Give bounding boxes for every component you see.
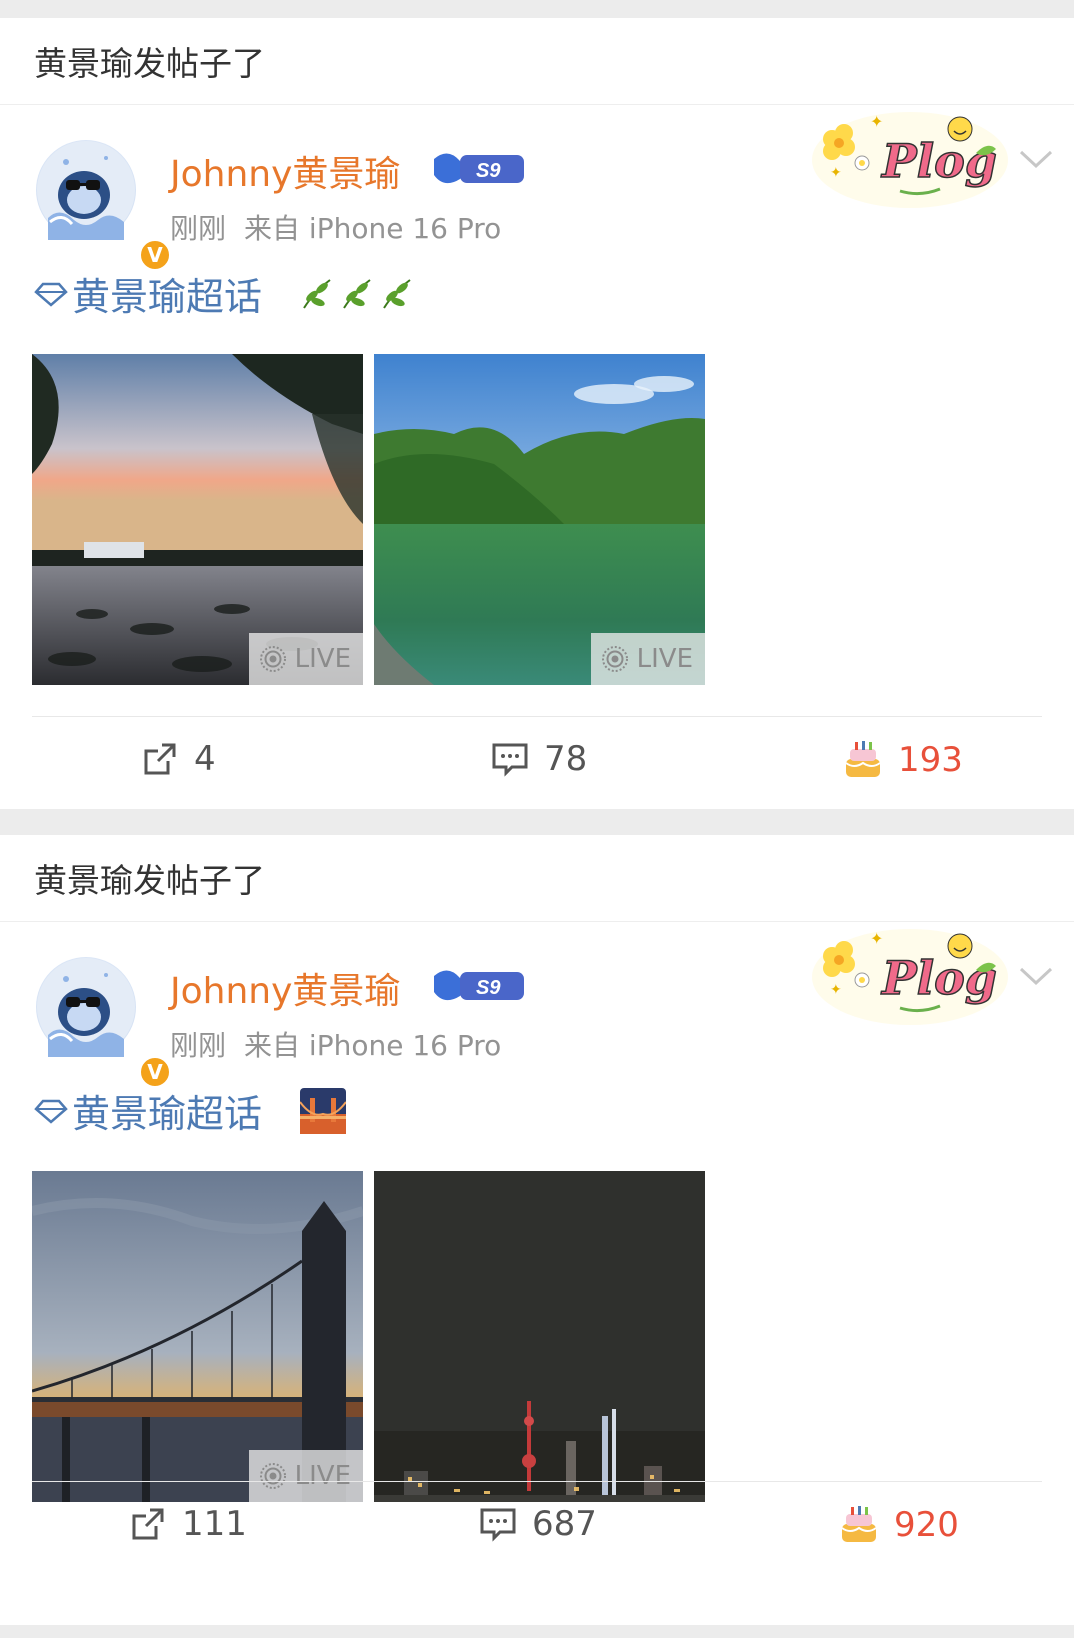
- topic-row: 黄景瑜超话: [34, 266, 420, 321]
- super-topic-link[interactable]: 黄景瑜超话: [72, 266, 262, 321]
- chevron-down-icon[interactable]: [1018, 964, 1054, 988]
- photo-thumbnail[interactable]: [374, 1171, 705, 1502]
- chevron-down-icon[interactable]: [1018, 147, 1054, 171]
- live-photo-badge: LIVE: [248, 1450, 363, 1502]
- post-source: 来自 iPhone 16 Pro: [244, 212, 502, 245]
- card-header: 黄景瑜发帖子了: [0, 835, 1074, 922]
- comment-count: 687: [532, 1504, 597, 1544]
- svg-text:✦: ✦: [870, 929, 883, 948]
- repost-icon: [132, 1508, 164, 1540]
- like-count: 920: [894, 1505, 959, 1545]
- post-source: 来自 iPhone 16 Pro: [244, 1029, 502, 1062]
- repost-button[interactable]: 111: [128, 1504, 247, 1544]
- photo-thumbnail[interactable]: LIVE: [32, 1171, 363, 1502]
- avatar[interactable]: V: [36, 140, 172, 272]
- level-badge-text: S9: [476, 160, 501, 182]
- post-card: 黄景瑜发帖子了 V Johnny黄景瑜 S9 刚刚 来自 iPhone 16 P…: [0, 835, 1074, 1625]
- svg-text:✦: ✦: [830, 165, 842, 181]
- like-count: 193: [898, 740, 963, 780]
- username[interactable]: Johnny黄景瑜: [170, 145, 400, 197]
- level-badge-text: S9: [476, 977, 501, 999]
- repost-icon: [144, 743, 176, 775]
- live-photo-badge: LIVE: [590, 633, 705, 685]
- card-header: 黄景瑜发帖子了: [0, 18, 1074, 105]
- city-night-photo: [374, 1171, 705, 1502]
- super-topic-diamond-icon: [34, 1099, 68, 1124]
- comment-count: 78: [544, 739, 588, 779]
- post-card: 黄景瑜发帖子了 V Johnny黄景瑜 S9 刚刚 来自 iPhone 16 P…: [0, 18, 1074, 809]
- whale-avatar-icon: [37, 141, 135, 240]
- post-time: 刚刚: [170, 1029, 227, 1062]
- whale-avatar-icon: [37, 958, 135, 1057]
- live-label: LIVE: [636, 644, 693, 674]
- post-author-row: V Johnny黄景瑜 S9 刚刚 来自 iPhone 16 Pro ✦ ✦ Pl…: [0, 105, 1074, 272]
- action-divider: [32, 716, 1042, 717]
- comment-button[interactable]: 687: [478, 1504, 597, 1544]
- post-author-row: V Johnny黄景瑜 S9 刚刚 来自 iPhone 16 Pro ✦ ✦ Pl…: [0, 922, 1074, 1089]
- level-badge-icon: S9: [434, 153, 524, 184]
- super-topic-diamond-icon: [34, 282, 68, 307]
- avatar[interactable]: V: [36, 957, 172, 1089]
- post-meta: 刚刚 来自 iPhone 16 Pro: [170, 1024, 519, 1064]
- svg-text:✦: ✦: [870, 112, 883, 131]
- super-topic-link[interactable]: 黄景瑜超话: [72, 1083, 262, 1138]
- comment-icon: [492, 743, 528, 777]
- action-bar: 111 687 920: [0, 1498, 1074, 1558]
- photo-thumbnail[interactable]: LIVE: [32, 354, 363, 685]
- comment-icon: [480, 1508, 516, 1542]
- plog-sticker-icon: ✦ ✦ Plog: [812, 929, 1008, 1025]
- comment-button[interactable]: 78: [490, 739, 587, 779]
- live-icon: [601, 646, 628, 672]
- live-photo-badge: LIVE: [248, 633, 363, 685]
- repost-count: 111: [182, 1504, 247, 1544]
- post-time: 刚刚: [170, 212, 227, 245]
- post-meta: 刚刚 来自 iPhone 16 Pro: [170, 207, 519, 247]
- action-divider: [32, 1481, 1042, 1482]
- photo-grid: LIVE: [32, 354, 705, 685]
- username[interactable]: Johnny黄景瑜: [170, 962, 400, 1014]
- live-label: LIVE: [294, 1461, 351, 1491]
- live-icon: [259, 646, 286, 672]
- plog-sticker-text: Plog: [880, 951, 997, 1005]
- topic-row: 黄景瑜超话: [34, 1083, 347, 1138]
- plog-sticker-text: Plog: [880, 134, 997, 188]
- action-bar: 4 78 193: [0, 733, 1074, 793]
- photo-grid: LIVE: [32, 1171, 705, 1502]
- bridge-at-night-emoji-icon: [300, 1087, 347, 1134]
- birthday-cake-like-icon: [841, 1506, 877, 1542]
- repost-button[interactable]: 4: [140, 739, 216, 779]
- repost-count: 4: [194, 739, 216, 779]
- level-badge-icon: S9: [434, 970, 524, 1001]
- photo-thumbnail[interactable]: LIVE: [374, 354, 705, 685]
- live-icon: [259, 1463, 286, 1489]
- live-label: LIVE: [294, 644, 351, 674]
- like-button[interactable]: 193: [842, 739, 963, 781]
- svg-text:✦: ✦: [830, 982, 842, 998]
- birthday-cake-like-icon: [845, 741, 881, 777]
- like-button[interactable]: 920: [838, 1504, 959, 1546]
- leaves-emoji-icon: [300, 276, 420, 312]
- plog-sticker-icon: ✦ ✦ Plog: [812, 112, 1008, 208]
